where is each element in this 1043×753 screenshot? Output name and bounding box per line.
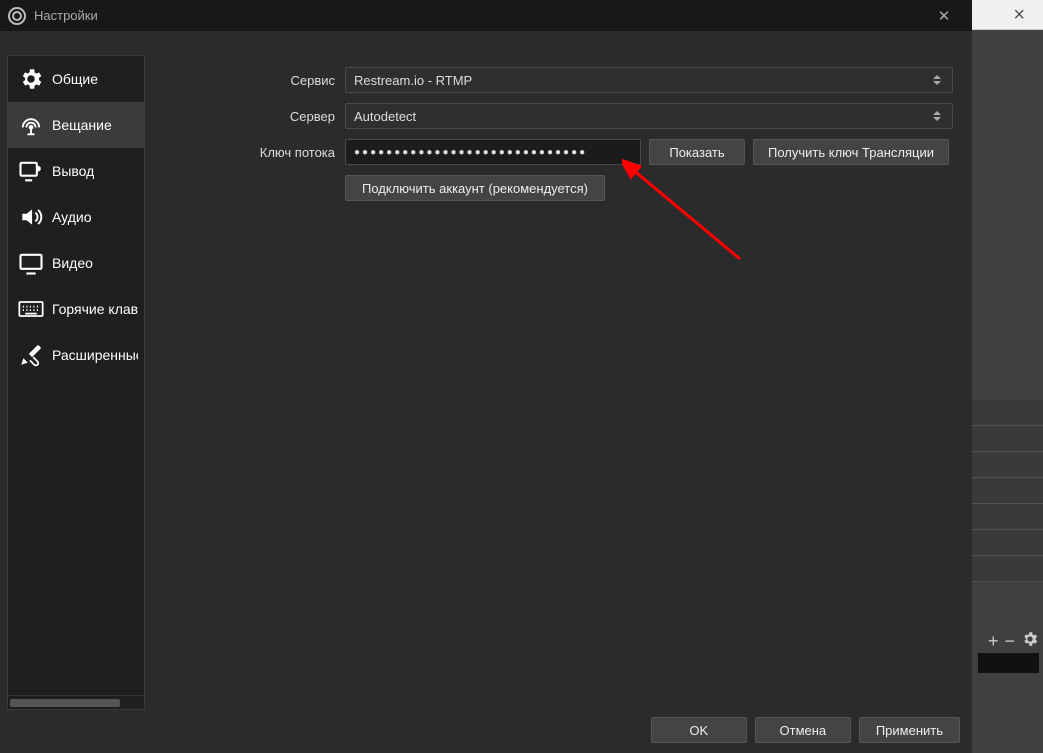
background-dark-bar [978,653,1039,673]
sidebar-item-hotkeys[interactable]: Горячие клавиши [8,286,144,332]
ok-button[interactable]: OK [651,717,747,743]
titlebar: Настройки ✕ [0,0,972,31]
audio-icon [16,202,46,232]
gear-icon [16,64,46,94]
server-value: Autodetect [354,109,416,124]
background-window-peek: × + − [972,0,1043,753]
connect-account-button[interactable]: Подключить аккаунт (рекомендуется) [345,175,605,201]
sidebar-item-label: Горячие клавиши [52,301,138,317]
sidebar-horizontal-scrollbar[interactable] [8,695,144,709]
sidebar-item-label: Расширенные [52,347,138,363]
sidebar-item-label: Аудио [52,209,92,225]
spinner-icon [930,104,944,128]
service-label: Сервис [157,73,345,88]
get-stream-key-button[interactable]: Получить ключ Трансляции [753,139,949,165]
keyboard-icon [16,294,46,324]
server-select[interactable]: Autodetect [345,103,953,129]
tools-icon [16,340,46,370]
close-button[interactable]: ✕ [924,7,964,25]
streamkey-input[interactable]: ●●●●●●●●●●●●●●●●●●●●●●●●●●●●● [345,139,641,165]
settings-panel-stream: Сервис Restream.io - RTMP Сервер Autodet… [145,55,965,710]
show-key-button[interactable]: Показать [649,139,745,165]
sidebar-item-general[interactable]: Общие [8,56,144,102]
dialog-body: Общие Вещание Вывод [7,55,965,710]
streamkey-row: Ключ потока ●●●●●●●●●●●●●●●●●●●●●●●●●●●●… [157,139,953,165]
streamkey-mask: ●●●●●●●●●●●●●●●●●●●●●●●●●●●●● [354,147,587,158]
server-label: Сервер [157,109,345,124]
background-list-rows [972,400,1043,582]
output-icon [16,156,46,186]
spinner-icon [930,68,944,92]
cancel-button[interactable]: Отмена [755,717,851,743]
sidebar-item-video[interactable]: Видео [8,240,144,286]
sidebar-item-advanced[interactable]: Расширенные [8,332,144,378]
sidebar-item-audio[interactable]: Аудио [8,194,144,240]
settings-sidebar: Общие Вещание Вывод [7,55,145,710]
sidebar-item-output[interactable]: Вывод [8,148,144,194]
server-row: Сервер Autodetect [157,103,953,129]
service-value: Restream.io - RTMP [354,73,472,88]
sidebar-item-stream[interactable]: Вещание [8,102,144,148]
service-row: Сервис Restream.io - RTMP [157,67,953,93]
sidebar-item-label: Общие [52,71,98,87]
background-toolbar-icons: + − [988,630,1039,653]
background-titlebar: × [972,0,1043,30]
settings-dialog: Настройки ✕ Общие Вещание [0,0,972,753]
minus-icon: − [1004,631,1015,652]
service-select[interactable]: Restream.io - RTMP [345,67,953,93]
window-title: Настройки [34,8,98,23]
sidebar-item-label: Вывод [52,163,94,179]
obs-logo-icon [8,7,26,25]
dialog-footer: OK Отмена Применить [643,717,960,743]
video-icon [16,248,46,278]
gear-icon [1021,630,1039,653]
apply-button[interactable]: Применить [859,717,960,743]
streamkey-label: Ключ потока [157,145,345,160]
background-close-icon: × [1013,4,1025,27]
broadcast-icon [16,110,46,140]
sidebar-item-label: Вещание [52,117,112,133]
connect-account-row: Подключить аккаунт (рекомендуется) [157,175,953,201]
sidebar-item-label: Видео [52,255,93,271]
plus-icon: + [988,631,999,652]
